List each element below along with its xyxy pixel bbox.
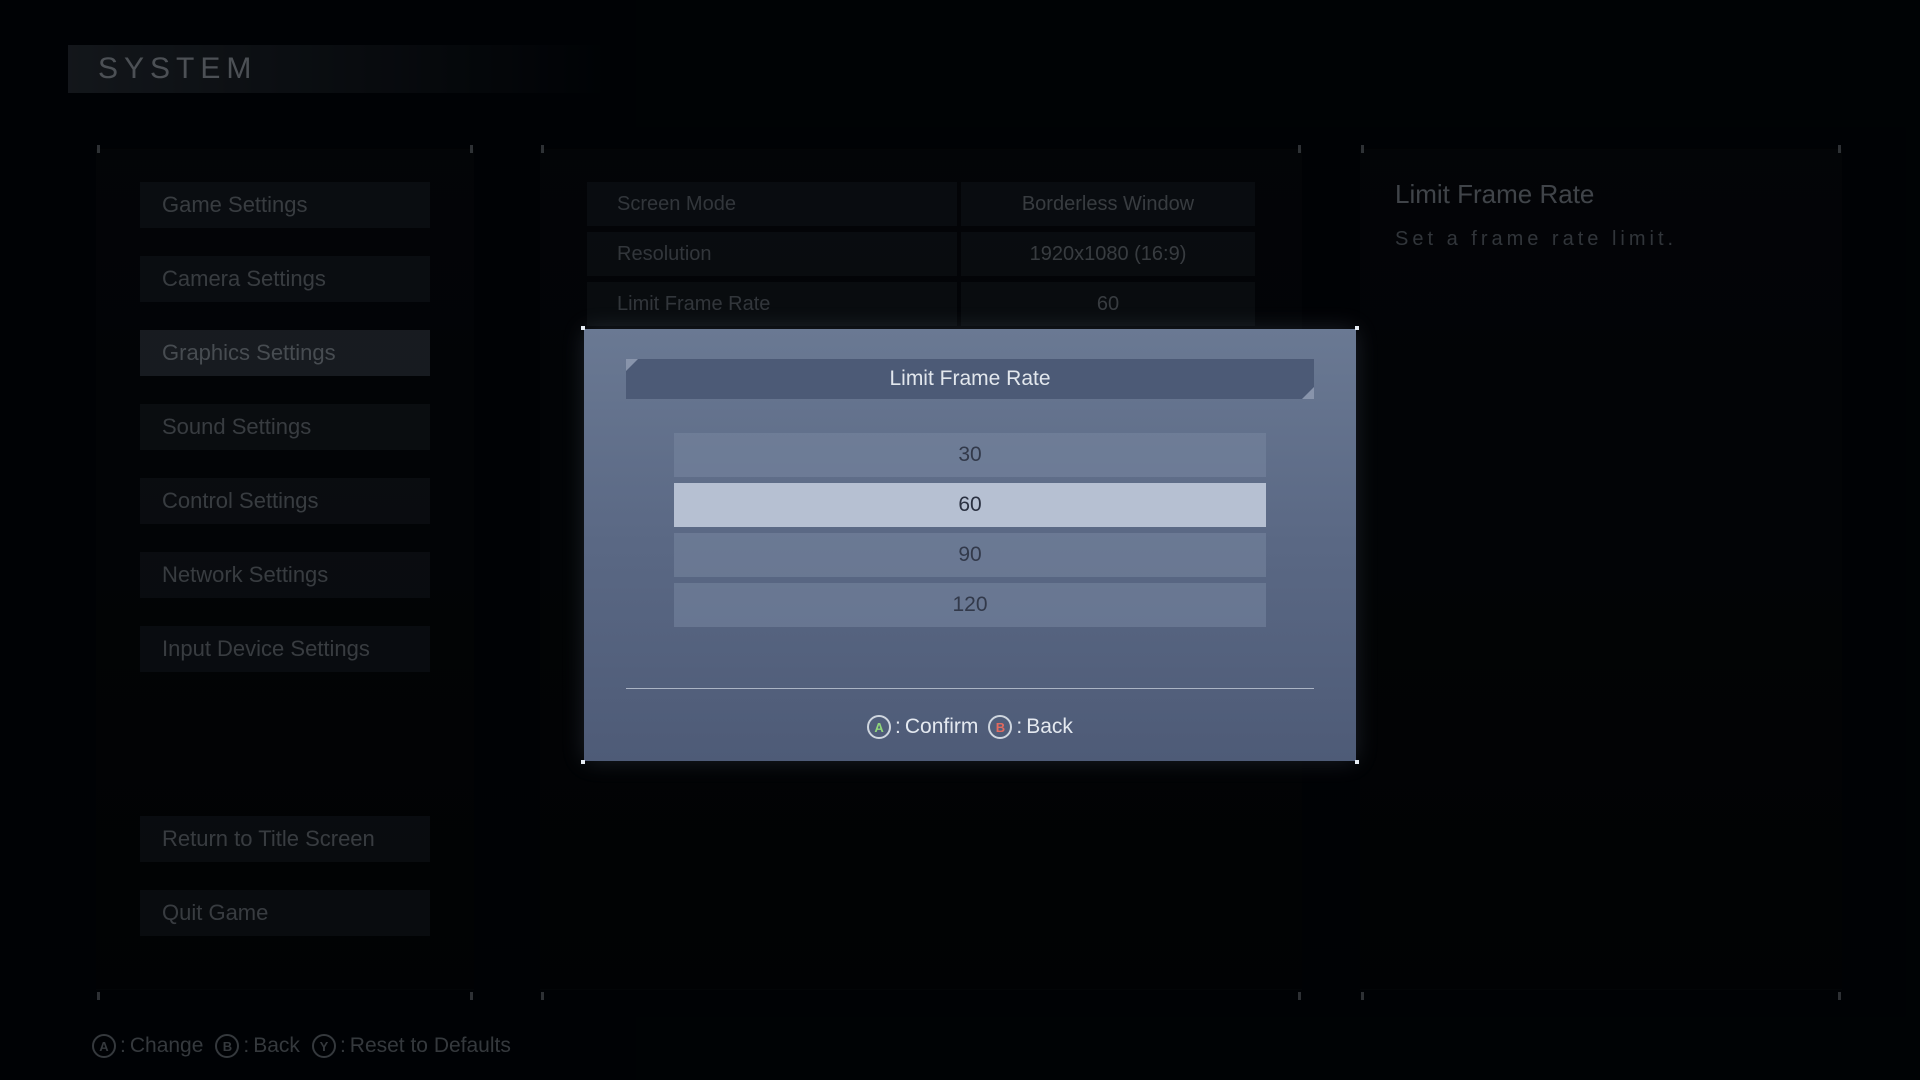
modal-option-label: 90	[958, 543, 981, 567]
modal-option-120[interactable]: 120	[674, 583, 1266, 627]
modal-title: Limit Frame Rate	[889, 367, 1050, 391]
system-settings-screen: SYSTEM Game Settings Camera Settings Gra…	[0, 0, 1920, 1080]
modal-option-60[interactable]: 60	[674, 483, 1266, 527]
modal-options: 30 60 90 120	[674, 433, 1266, 627]
modal-title-bar: Limit Frame Rate	[626, 359, 1314, 399]
modal-option-label: 30	[958, 443, 981, 467]
modal-option-90[interactable]: 90	[674, 533, 1266, 577]
limit-frame-rate-modal: Limit Frame Rate 30 60 90 120 A : Confir…	[584, 329, 1356, 761]
modal-option-30[interactable]: 30	[674, 433, 1266, 477]
hint-label: Confirm	[905, 715, 979, 739]
modal-hint-back: B : Back	[988, 715, 1073, 739]
modal-option-label: 120	[952, 593, 987, 617]
modal-option-label: 60	[958, 493, 981, 517]
modal-hints: A : Confirm B : Back	[584, 715, 1356, 739]
b-button-icon: B	[988, 715, 1012, 739]
hint-label: Back	[1026, 715, 1073, 739]
modal-hint-confirm: A : Confirm	[867, 715, 978, 739]
modal-separator	[626, 688, 1314, 689]
a-button-icon: A	[867, 715, 891, 739]
